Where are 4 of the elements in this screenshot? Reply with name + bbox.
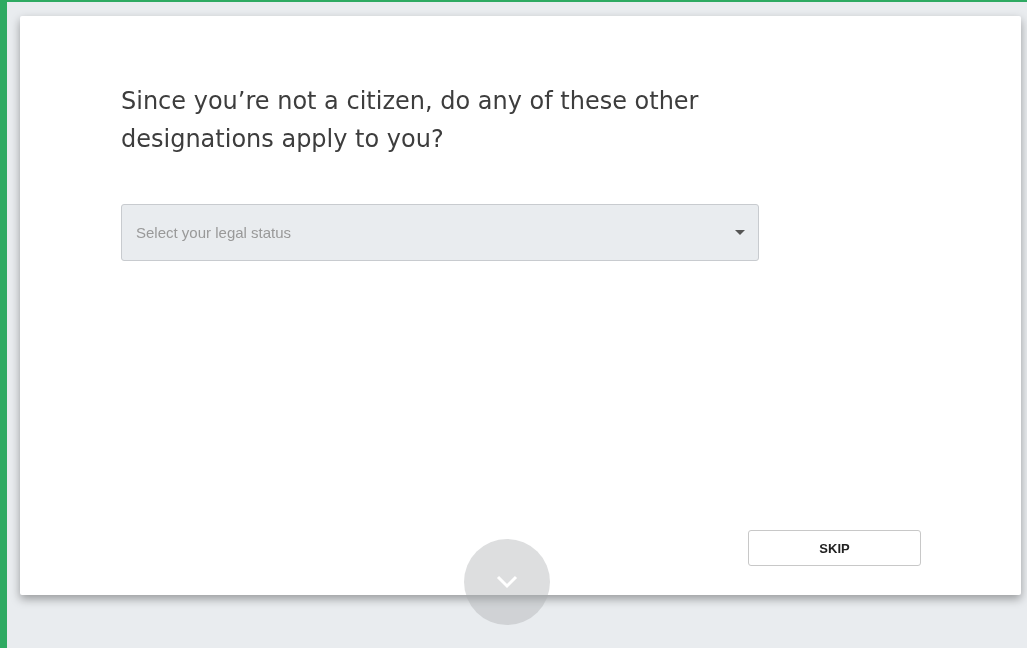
question-title: Since you’re not a citizen, do any of these other designations apply to you?	[121, 86, 700, 155]
chevron-down-icon	[496, 575, 518, 589]
dropdown-caret-icon	[735, 230, 745, 235]
skip-button[interactable]: SKIP	[748, 530, 921, 566]
